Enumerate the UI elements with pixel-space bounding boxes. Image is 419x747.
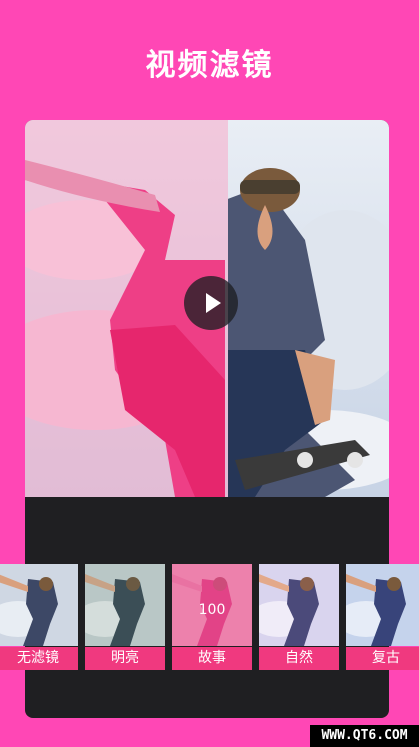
filter-label: 无滤镜 (0, 647, 78, 670)
video-preview[interactable] (25, 120, 389, 497)
play-icon (206, 293, 221, 313)
filter-label: 自然 (259, 647, 339, 670)
filter-strip: 无滤镜 明亮 100 故事 自然 复古 (0, 564, 419, 670)
filter-item-bright[interactable]: 明亮 (85, 564, 165, 670)
filter-label: 明亮 (85, 647, 165, 670)
page-title: 视频滤镜 (145, 48, 274, 83)
watermark: WWW.QT6.COM (310, 725, 419, 747)
filter-item-natural[interactable]: 自然 (259, 564, 339, 670)
filter-item-original[interactable]: 无滤镜 (0, 564, 78, 670)
filter-item-retro[interactable]: 复古 (346, 564, 419, 670)
play-button[interactable] (184, 276, 238, 330)
filter-label: 复古 (346, 647, 419, 670)
filter-intensity: 100 (198, 602, 226, 618)
filter-item-story[interactable]: 100 故事 (172, 564, 252, 670)
filter-label: 故事 (172, 647, 252, 670)
